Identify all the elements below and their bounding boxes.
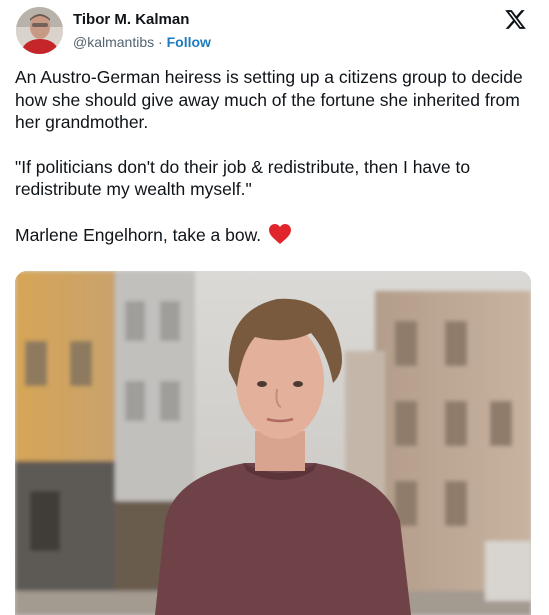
tweet-paragraph-2: "If politicians don't do their job & red…	[15, 156, 471, 200]
portrait-photo	[15, 271, 531, 615]
x-logo-icon[interactable]	[503, 8, 528, 31]
author-name[interactable]: Tibor M. Kalman	[73, 11, 189, 29]
tweet-photo[interactable]	[15, 271, 531, 615]
follow-button[interactable]: Follow	[167, 34, 211, 50]
author-handle-row: @kalmantibs · Follow	[73, 33, 211, 51]
tweet-text: An Austro-German heiress is setting up a…	[15, 66, 535, 247]
separator: ·	[154, 34, 167, 50]
author-handle[interactable]: @kalmantibs	[73, 34, 154, 50]
tweet-paragraph-1: An Austro-German heiress is setting up a…	[15, 67, 523, 133]
avatar[interactable]	[16, 7, 63, 54]
avatar-image	[16, 7, 63, 54]
tweet-paragraph-3: Marlene Engelhorn, take a bow.	[15, 223, 535, 247]
tweet-paragraph-3-text: Marlene Engelhorn, take a bow.	[15, 224, 262, 245]
red-heart-icon	[269, 223, 292, 244]
